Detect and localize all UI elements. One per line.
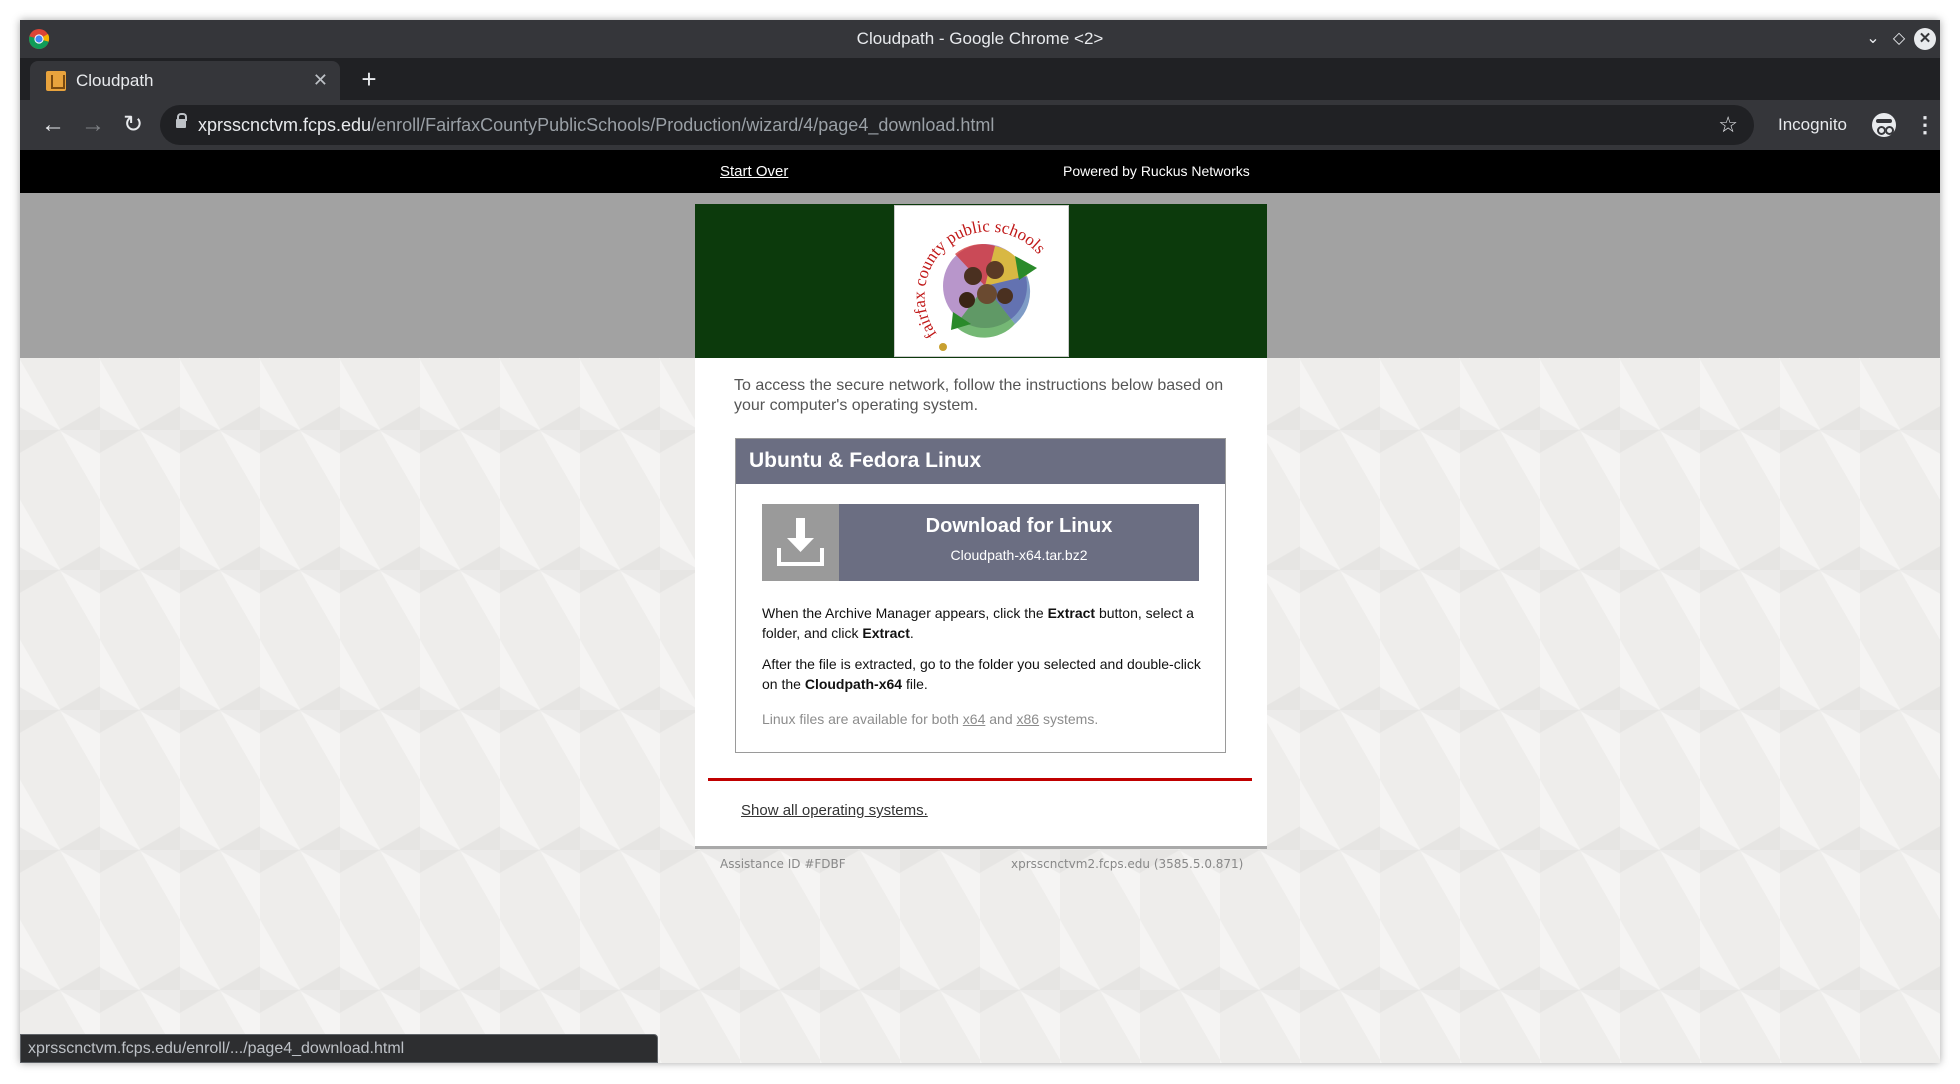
fairfax-county-public-schools-logo: fairfax county public schools: [894, 205, 1069, 357]
browser-menu-icon[interactable]: ⋮: [1914, 100, 1936, 150]
download-icon: [762, 504, 839, 581]
page-top-bar: Start Over Powered by Ruckus Networks: [20, 150, 1940, 193]
title-bar: Cloudpath - Google Chrome <2> ⌄ ◇ ✕: [20, 20, 1940, 58]
instr1-extract-text: Extract: [862, 625, 910, 641]
download-linux-button[interactable]: Download for Linux Cloudpath-x64.tar.bz2: [762, 504, 1199, 581]
instr2-text-c: file.: [902, 676, 928, 692]
x86-link[interactable]: x86: [1017, 711, 1040, 727]
powered-by-text: Powered by Ruckus Networks: [1063, 163, 1250, 179]
instr2-filename: Cloudpath-x64: [804, 676, 903, 692]
url-path: /enroll/FairfaxCountyPublicSchools/Produ…: [371, 115, 995, 135]
divider-line: [708, 778, 1252, 781]
server-info: xprsscnctvm2.fcps.edu (3585.5.0.871): [1011, 857, 1244, 871]
os-panel-header: Ubuntu & Fedora Linux: [736, 439, 1225, 484]
reload-button[interactable]: ↻: [118, 110, 148, 140]
close-window-icon[interactable]: ✕: [1914, 28, 1936, 50]
card-bottom-border: [695, 846, 1267, 849]
lock-icon[interactable]: [176, 113, 187, 128]
bookmark-star-icon[interactable]: ☆: [1718, 105, 1738, 145]
window-title: Cloudpath - Google Chrome <2>: [856, 29, 1104, 48]
instr1-extract-button-text: Extract: [1047, 605, 1096, 621]
status-url: xprsscnctvm.fcps.edu/enroll/.../page4_do…: [28, 1040, 405, 1057]
cloudpath-favicon-icon: [46, 71, 66, 91]
enrollment-card: fairfax county public schools To access …: [695, 204, 1267, 849]
incognito-label: Incognito: [1778, 115, 1847, 134]
instr1-text-a: When the Archive Manager appears, click …: [762, 605, 1048, 621]
browser-toolbar: ← → ↻ xprsscnctvm.fcps.edu/enroll/Fairfa…: [20, 100, 1940, 150]
maximize-icon[interactable]: ◇: [1888, 28, 1910, 50]
note-text-c: systems.: [1039, 711, 1099, 727]
back-button[interactable]: ←: [38, 110, 68, 140]
linux-os-panel: Ubuntu & Fedora Linux Download for Linux…: [735, 438, 1226, 753]
browser-window: Cloudpath - Google Chrome <2> ⌄ ◇ ✕ Clou…: [20, 20, 1940, 1063]
link-status-bar: xprsscnctvm.fcps.edu/enroll/.../page4_do…: [20, 1034, 658, 1063]
download-filename: Cloudpath-x64.tar.bz2: [950, 547, 1088, 563]
minimize-icon[interactable]: ⌄: [1862, 28, 1884, 50]
tab-strip: Cloudpath ✕ +: [20, 58, 1940, 100]
forward-button[interactable]: →: [78, 110, 108, 140]
web-page: Start Over Powered by Ruckus Networks fa…: [20, 150, 1940, 1063]
architecture-note: Linux files are available for both x64 a…: [762, 711, 1098, 727]
os-title: Ubuntu & Fedora Linux: [749, 449, 982, 472]
address-bar[interactable]: xprsscnctvm.fcps.edu/enroll/FairfaxCount…: [160, 105, 1754, 145]
tab-close-icon[interactable]: ✕: [313, 61, 328, 100]
school-banner: fairfax county public schools: [695, 204, 1267, 358]
url-text[interactable]: xprsscnctvm.fcps.edu/enroll/FairfaxCount…: [198, 105, 994, 145]
assistance-id: Assistance ID #FDBF: [720, 857, 846, 871]
incognito-icon[interactable]: [1872, 113, 1896, 137]
extract-instructions: When the Archive Manager appears, click …: [762, 603, 1207, 643]
note-text-a: Linux files are available for both: [762, 711, 963, 727]
show-all-os-link[interactable]: Show all operating systems.: [741, 802, 928, 819]
run-instructions: After the file is extracted, go to the f…: [762, 654, 1207, 694]
intro-text: To access the secure network, follow the…: [734, 377, 1224, 414]
tab-cloudpath[interactable]: Cloudpath ✕: [30, 61, 340, 100]
download-label: Download for Linux: [925, 515, 1113, 537]
note-text-b: and: [985, 711, 1017, 727]
start-over-link[interactable]: Start Over: [720, 150, 788, 193]
new-tab-button[interactable]: +: [356, 66, 382, 92]
instr1-text-e: .: [909, 625, 914, 641]
school-logo-graphic: fairfax county public schools: [910, 216, 1050, 351]
url-host: xprsscnctvm.fcps.edu: [198, 115, 372, 135]
x64-link[interactable]: x64: [963, 711, 986, 727]
tab-title: Cloudpath: [76, 71, 154, 90]
